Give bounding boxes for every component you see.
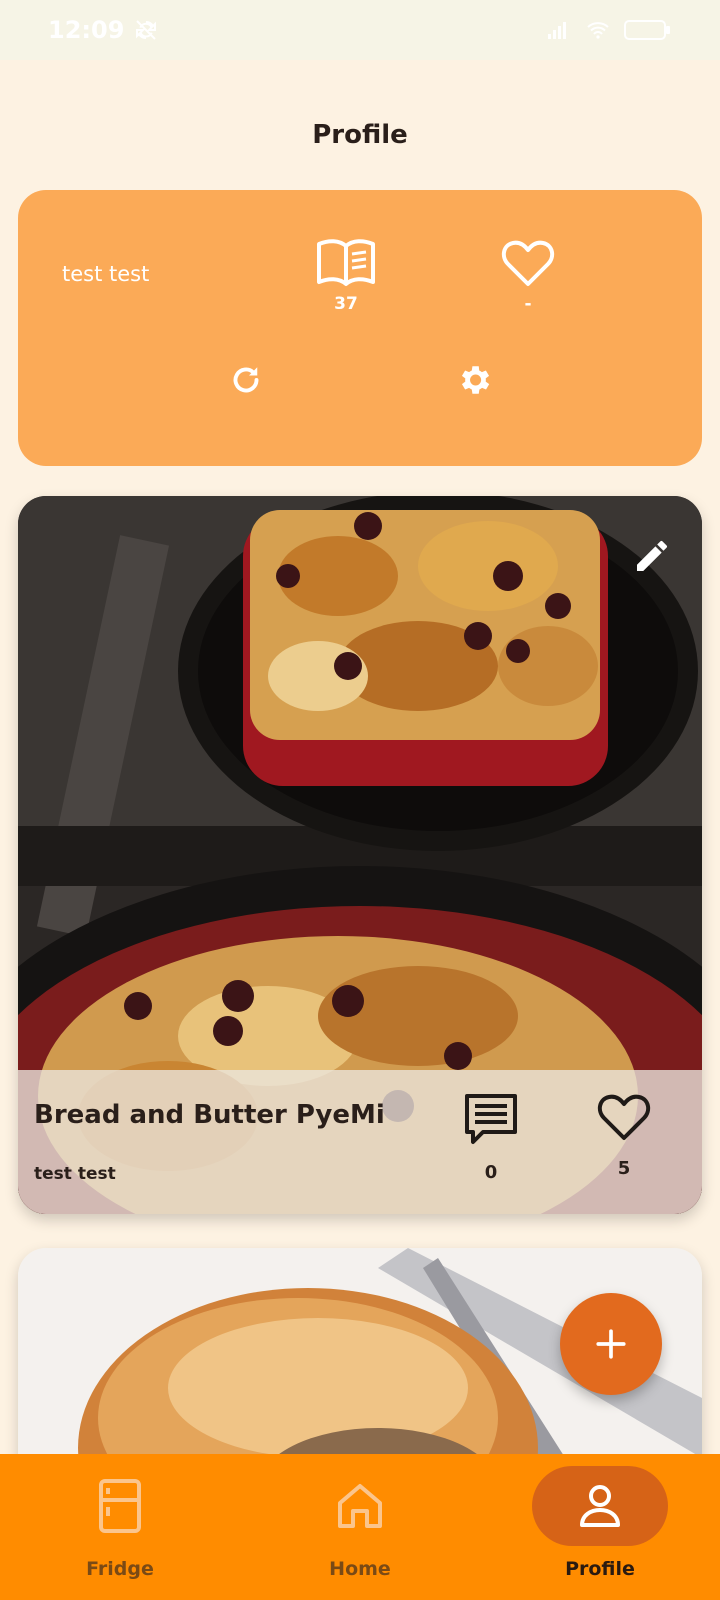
nav-item-fridge[interactable]: Fridge (0, 1454, 240, 1600)
user-name: test test (62, 262, 150, 286)
nav-icon-container (292, 1466, 428, 1546)
like-button[interactable]: 5 (589, 1092, 659, 1179)
book-icon (317, 239, 375, 286)
nav-item-home[interactable]: Home (240, 1454, 480, 1600)
wifi-icon (587, 22, 609, 39)
settings-button[interactable] (452, 358, 496, 402)
battery-icon (624, 20, 670, 40)
refresh-icon (233, 367, 259, 393)
refresh-button[interactable] (224, 358, 268, 402)
recipes-stat: 37 (306, 238, 386, 314)
edit-button[interactable] (632, 536, 672, 576)
nav-label: Profile (565, 1558, 635, 1580)
likes-stat: - (488, 238, 568, 314)
nav-active-indicator (532, 1466, 668, 1546)
recipe-title: Bread and Butter PyeMi (34, 1100, 385, 1130)
home-icon (338, 1484, 382, 1528)
nav-item-profile[interactable]: Profile (480, 1454, 720, 1600)
recipes-count: 37 (334, 294, 358, 314)
recipe-info-overlay: Bread and Butter PyeMi test test 0 5 (18, 1070, 702, 1214)
gear-icon (461, 366, 490, 394)
heart-icon (597, 1094, 651, 1140)
nav-label: Home (329, 1558, 391, 1580)
sync-off-icon (136, 20, 157, 40)
comments-button[interactable]: 0 (456, 1092, 526, 1183)
fridge-icon (99, 1479, 141, 1533)
pencil-icon (637, 540, 667, 571)
recipe-author: test test (34, 1164, 116, 1184)
heart-icon (501, 240, 555, 286)
bottom-navigation: Fridge Home Profile (0, 1454, 720, 1600)
signal-icon (548, 22, 566, 39)
page-title: Profile (312, 120, 408, 150)
status-bar: 12:09 (0, 0, 720, 60)
likes-count: - (524, 294, 532, 314)
comment-icon (465, 1094, 517, 1144)
plus-icon (596, 1329, 626, 1359)
nav-label: Fridge (86, 1558, 154, 1580)
likes-count: 5 (617, 1158, 631, 1179)
person-icon (580, 1485, 620, 1527)
status-time: 12:09 (48, 16, 125, 44)
recipe-card[interactable]: Bread and Butter PyeMi test test 0 5 (18, 496, 702, 1214)
comments-count: 0 (484, 1162, 498, 1183)
profile-card: test test 37 - (18, 190, 702, 466)
add-recipe-button[interactable] (560, 1293, 662, 1395)
nav-icon-container (52, 1466, 188, 1546)
